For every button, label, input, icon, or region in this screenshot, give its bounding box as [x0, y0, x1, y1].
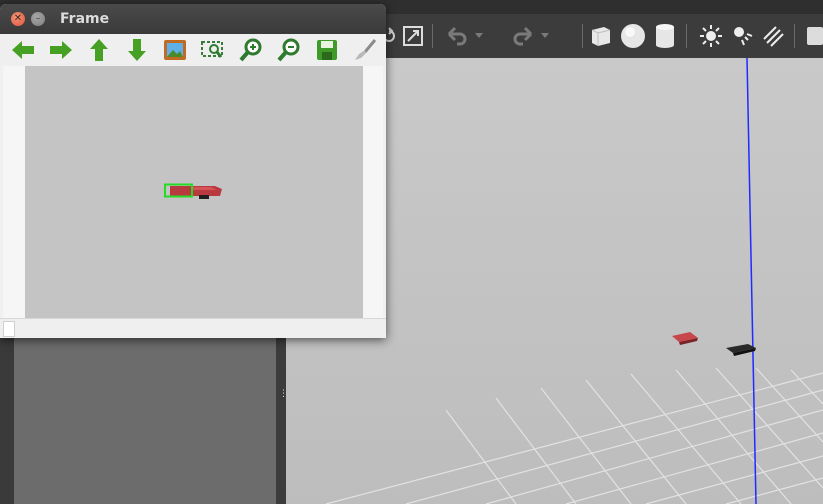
black-robot-3d: [726, 344, 756, 356]
toolbar-separator: [686, 24, 687, 48]
spot-light-icon[interactable]: [728, 21, 758, 51]
status-text: [3, 321, 15, 337]
robot-wheel: [199, 195, 209, 199]
down-button[interactable]: [124, 37, 150, 63]
directional-light-icon[interactable]: [758, 21, 788, 51]
zoom-rect-button[interactable]: [200, 37, 226, 63]
save-button[interactable]: [314, 37, 340, 63]
point-light-icon[interactable]: [696, 21, 726, 51]
home-button[interactable]: [162, 37, 188, 63]
gazebo-toolbar: [380, 14, 823, 59]
arrow-up-icon: [90, 39, 108, 61]
frame-toolbar: [0, 34, 386, 66]
toolbar-separator: [582, 24, 583, 48]
minimize-button[interactable]: –: [31, 12, 45, 26]
window-title: Frame: [60, 11, 110, 27]
brush-icon: [355, 39, 377, 60]
arrow-down-icon: [128, 39, 146, 61]
toolbar-separator: [794, 24, 795, 48]
zoom-in-button[interactable]: [238, 37, 264, 63]
minimize-icon: –: [35, 13, 41, 24]
scale-icon[interactable]: [398, 21, 428, 51]
arrow-right-icon: [50, 41, 72, 59]
customize-button[interactable]: [352, 37, 378, 63]
box-icon[interactable]: [586, 21, 616, 51]
zoom-out-button[interactable]: [276, 37, 302, 63]
ground-grid: [325, 367, 823, 504]
undo-icon[interactable]: [442, 21, 472, 51]
back-button[interactable]: [10, 37, 36, 63]
frame-titlebar[interactable]: ✕ – Frame: [0, 4, 386, 34]
redo-icon[interactable]: [508, 21, 538, 51]
redo-history-icon[interactable]: [538, 21, 552, 51]
panel-splitter[interactable]: [276, 338, 286, 504]
cylinder-icon[interactable]: [650, 21, 680, 51]
forward-button[interactable]: [48, 37, 74, 63]
close-button[interactable]: ✕: [11, 12, 25, 26]
frame-statusbar: [0, 318, 386, 338]
screenshot-icon[interactable]: [800, 21, 823, 51]
up-button[interactable]: [86, 37, 112, 63]
arrow-left-icon: [12, 41, 34, 59]
frame-window: ✕ – Frame: [0, 4, 386, 338]
zoom-in-icon: [239, 38, 262, 62]
splitter-handle-icon[interactable]: ⋮: [279, 390, 288, 403]
undo-history-icon[interactable]: [472, 21, 486, 51]
zoom-rect-icon: [201, 41, 223, 58]
save-icon: [317, 40, 337, 60]
image-icon: [164, 40, 186, 60]
red-robot-3d: [672, 332, 698, 345]
camera-frame-render: [164, 183, 222, 199]
close-icon: ✕: [13, 13, 23, 24]
toolbar-separator: [432, 24, 433, 48]
left-panel-edge: [0, 338, 14, 504]
zoom-out-icon: [277, 38, 300, 62]
left-panel: [14, 338, 276, 504]
image-canvas[interactable]: [25, 66, 363, 318]
sphere-icon[interactable]: [618, 21, 648, 51]
z-axis-line: [746, 58, 757, 504]
